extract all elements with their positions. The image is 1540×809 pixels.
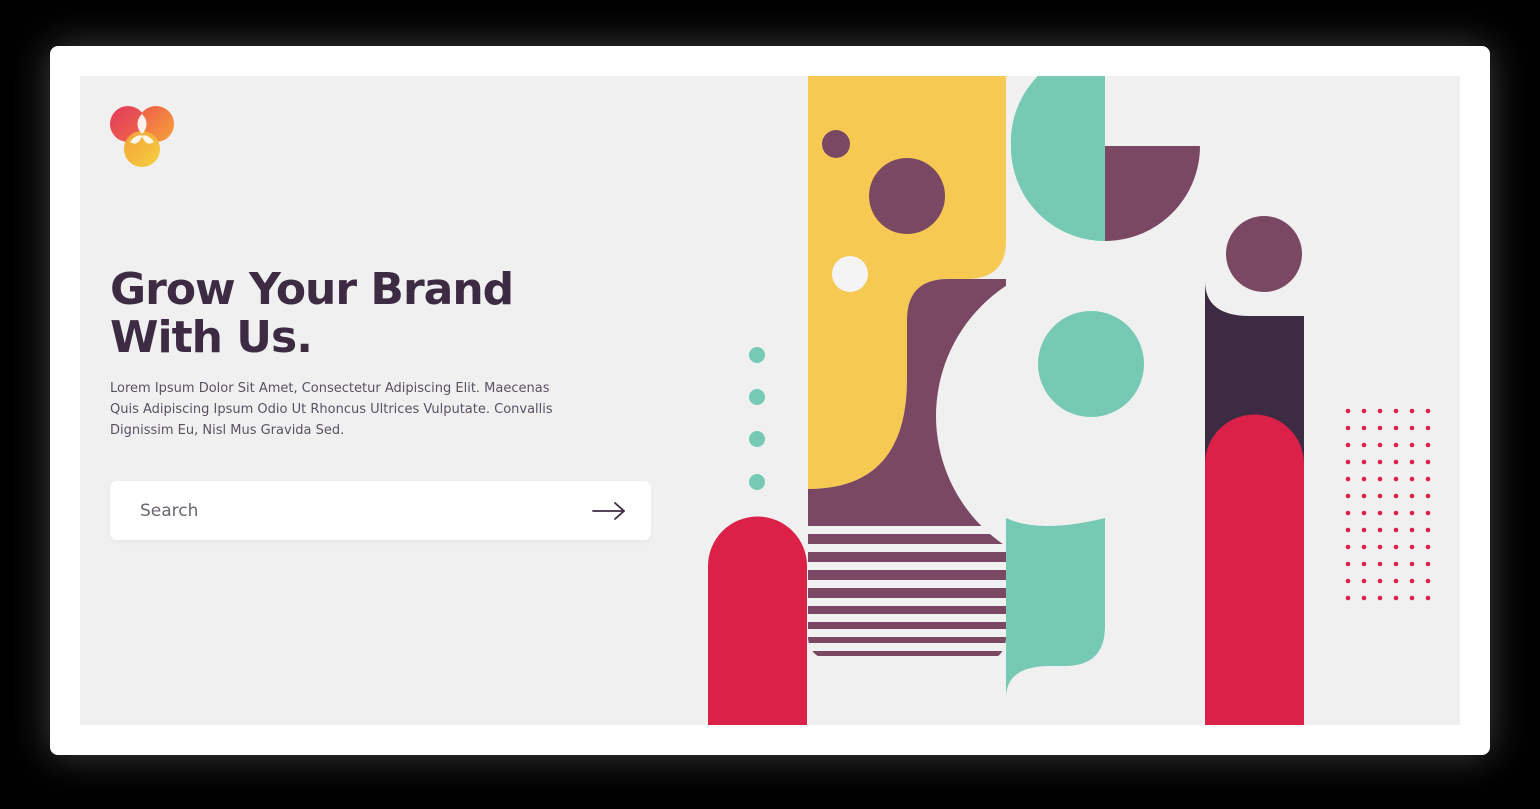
white-dot: [832, 256, 868, 292]
plum-quarter-circle: [1105, 146, 1200, 241]
geometric-illustration: [708, 76, 1431, 725]
teal-bottom-shape: [1006, 518, 1105, 698]
red-pill-left: [708, 516, 807, 725]
red-pill-right: [1205, 414, 1304, 725]
plum-dot-small: [822, 130, 850, 158]
plum-dot-right: [1226, 216, 1302, 292]
red-dot-grid: [1345, 408, 1431, 601]
plum-dot-large: [869, 158, 945, 234]
hero-section: Grow Your Brand With Us. Lorem Ipsum Dol…: [80, 76, 1460, 725]
teal-circle: [1038, 311, 1144, 417]
stripe-block: [808, 516, 1006, 656]
teal-dot-column: [749, 347, 765, 490]
